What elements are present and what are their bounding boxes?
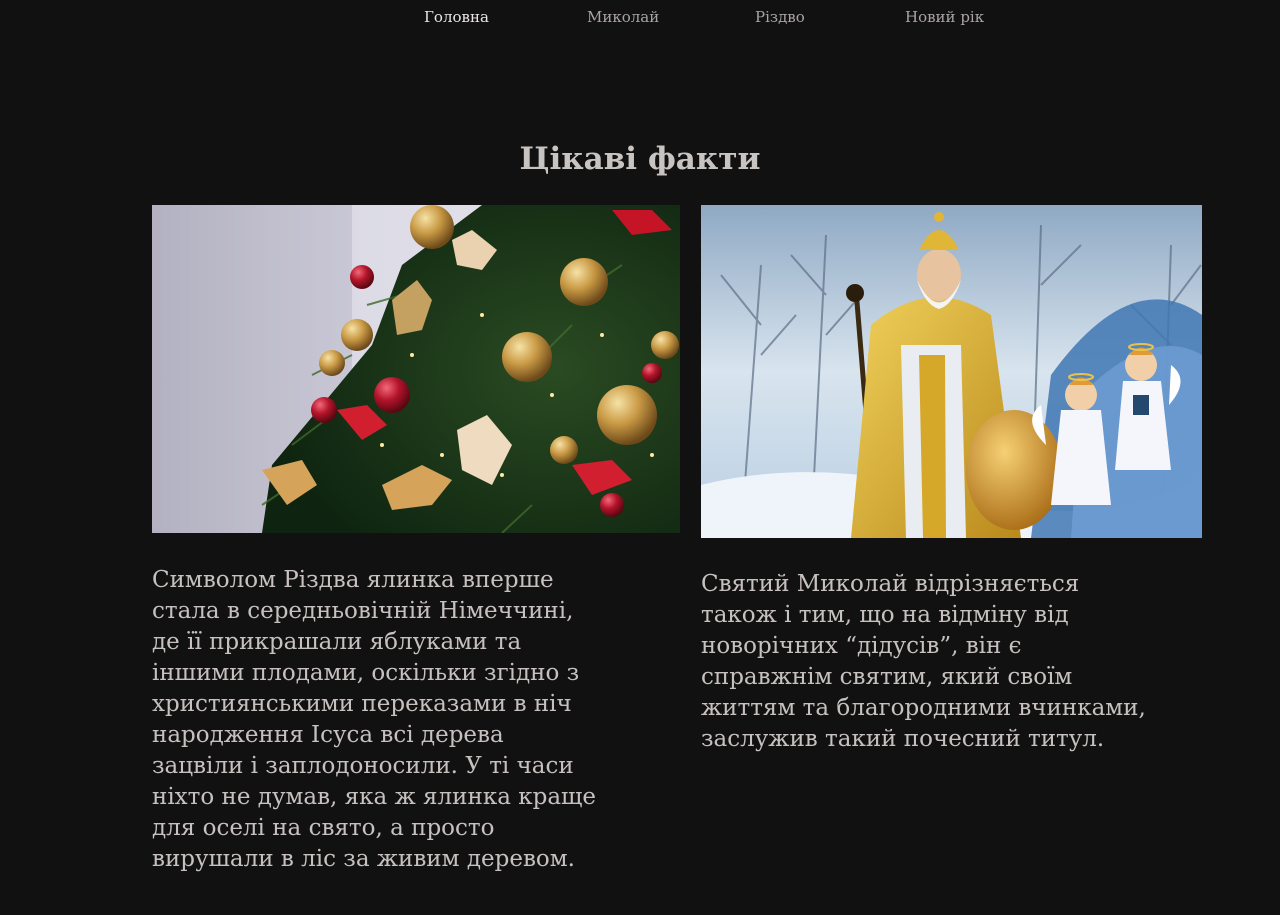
saint-nicholas-with-angels-image <box>701 205 1202 538</box>
nav-link-mykolai[interactable]: Миколай <box>587 8 659 26</box>
christmas-tree-fact-text: Символом Різдва ялинка вперше стала в се… <box>152 567 597 872</box>
nav-link-christmas[interactable]: Різдво <box>755 8 805 26</box>
section-title: Цікаві факти <box>519 141 761 177</box>
nav-link-home[interactable]: Головна <box>424 8 489 26</box>
saint-nicholas-fact-text: Святий Миколай відрізняється також і тим… <box>701 571 1146 752</box>
top-navigation: Головна Миколай Різдво Новий рік <box>0 8 1280 32</box>
christmas-tree-ornaments-image <box>152 205 680 533</box>
nav-link-new-year[interactable]: Новий рік <box>905 8 984 26</box>
